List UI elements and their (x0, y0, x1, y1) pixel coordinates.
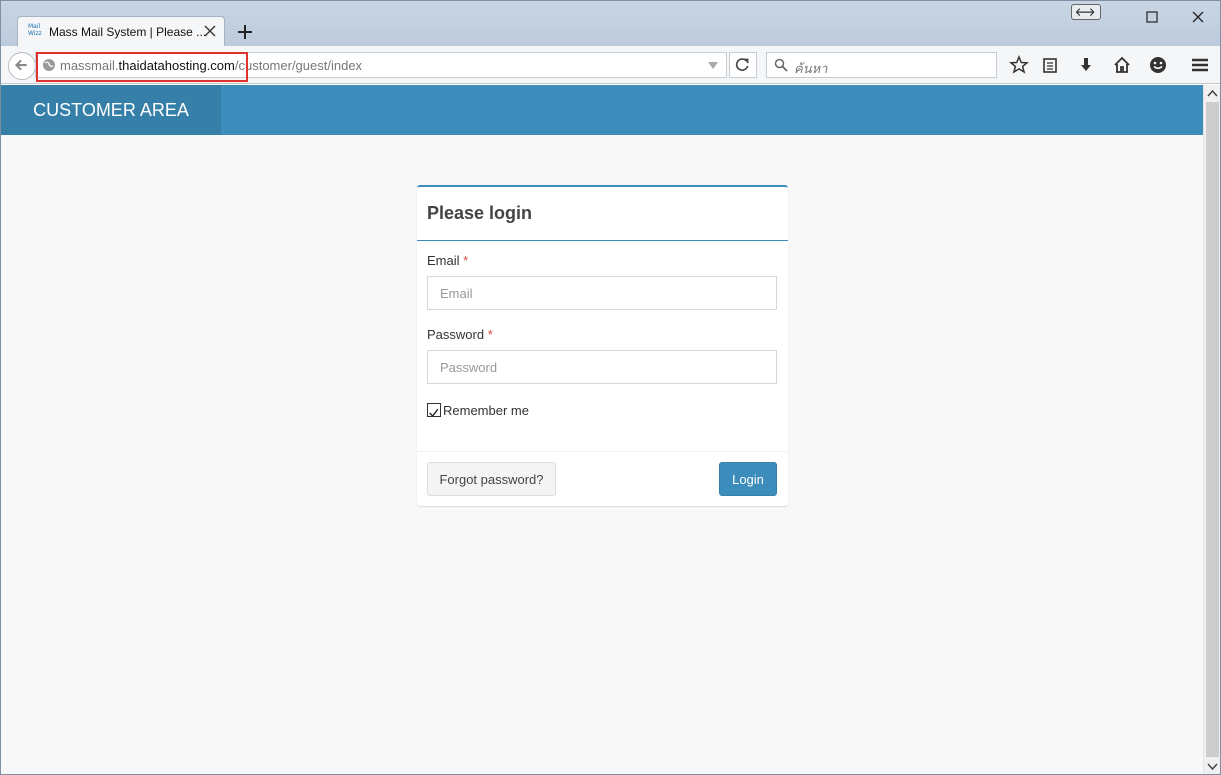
search-placeholder: ค้นหา (794, 61, 828, 76)
url-dropdown-icon[interactable] (708, 62, 718, 70)
browser-tab[interactable]: Mail Wizz Mass Mail System | Please ... (17, 16, 225, 47)
checkmark-icon (429, 408, 439, 418)
login-box-footer: Forgot password? Login (417, 451, 788, 508)
reading-list-icon[interactable] (1040, 55, 1060, 75)
password-field[interactable] (427, 350, 777, 384)
remember-me-checkbox[interactable] (427, 403, 441, 418)
home-icon[interactable] (1112, 55, 1132, 75)
app-header: CUSTOMER AREA (1, 85, 1203, 135)
login-button[interactable]: Login (719, 462, 777, 496)
maximize-icon[interactable] (1132, 5, 1172, 29)
forgot-password-button[interactable]: Forgot password? (427, 462, 556, 496)
page-content: CUSTOMER AREA Please login Email * Passw… (1, 85, 1203, 775)
required-mark: * (463, 253, 469, 268)
window-resize-handle[interactable] (1071, 4, 1101, 20)
email-field[interactable] (427, 276, 777, 310)
password-label: Password * (427, 327, 493, 342)
login-box-header: Please login (417, 187, 788, 241)
download-icon[interactable] (1076, 55, 1096, 75)
scroll-up-icon[interactable] (1204, 85, 1221, 102)
scroll-thumb[interactable] (1206, 102, 1219, 757)
login-box: Please login Email * Password * Remember… (417, 185, 788, 506)
star-icon[interactable] (1009, 55, 1029, 75)
search-icon (774, 58, 788, 72)
search-bar[interactable]: ค้นหา (766, 52, 997, 78)
tab-close-icon[interactable] (202, 23, 218, 39)
resize-arrows-icon (1075, 8, 1095, 17)
vertical-scrollbar[interactable] (1203, 85, 1220, 775)
back-arrow-icon (14, 59, 27, 71)
remember-me-label[interactable]: Remember me (443, 403, 529, 418)
login-title: Please login (427, 203, 533, 223)
smiley-icon[interactable] (1148, 55, 1168, 75)
browser-titlebar: Mail Wizz Mass Mail System | Please ... (0, 0, 1221, 47)
brand-logo[interactable]: CUSTOMER AREA (1, 85, 221, 135)
favicon-icon: Mail Wizz (28, 23, 42, 37)
tab-title: Mass Mail System | Please ... (49, 25, 207, 39)
hamburger-menu-icon[interactable] (1190, 55, 1210, 75)
new-tab-icon[interactable] (234, 21, 256, 43)
reload-button[interactable] (729, 52, 757, 78)
window-close-icon[interactable] (1179, 5, 1219, 29)
email-label: Email * (427, 253, 469, 268)
url-domain-highlight (36, 52, 248, 82)
scroll-down-icon[interactable] (1204, 758, 1221, 775)
back-button[interactable] (8, 52, 36, 80)
reload-icon (735, 58, 749, 71)
required-mark: * (487, 327, 493, 342)
